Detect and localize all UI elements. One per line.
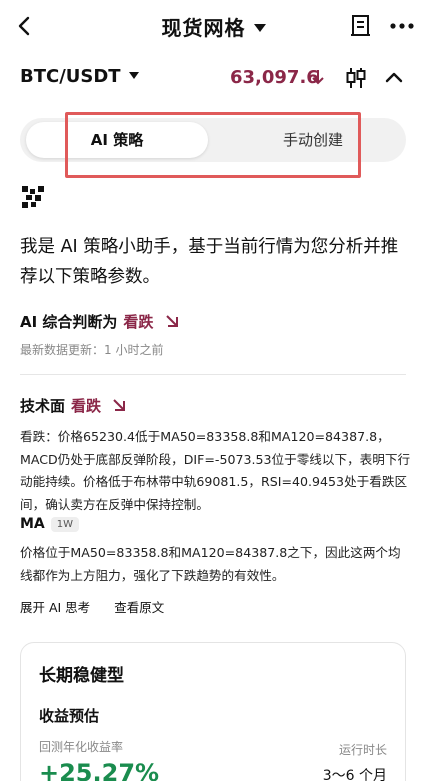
page-title[interactable]: 现货网格 xyxy=(162,16,246,40)
ai-avatar-icon xyxy=(22,186,44,208)
timeframe-badge: 1W xyxy=(50,517,80,532)
ai-judgement: AI 综合判断为 看跌 xyxy=(20,311,179,332)
pair-selector[interactable]: BTC/USDT xyxy=(20,66,139,87)
expand-ai-thinking-link[interactable]: 展开 AI 思考 xyxy=(20,600,90,615)
down-arrow-icon xyxy=(312,70,324,85)
ma-analysis-text: 价格位于MA50=83358.8和MA120=84387.8之下，因此这两个均线… xyxy=(20,545,401,583)
chevron-up-icon[interactable] xyxy=(384,68,404,88)
return-value: +25.27% xyxy=(39,759,160,781)
action-links: 展开 AI 思考 查看原文 xyxy=(20,597,188,616)
ma-heading: MA 1W xyxy=(20,516,80,532)
caret-down-icon[interactable] xyxy=(253,24,266,32)
card-title: 长期稳健型 xyxy=(39,666,124,686)
price-value: 63,097.6 xyxy=(230,67,319,88)
judgement-label: AI 综合判断为 xyxy=(20,313,118,331)
more-icon[interactable] xyxy=(388,16,416,36)
technical-analysis-text: 看跌：价格65230.4低于MA50=83358.8和MA120=84387.8… xyxy=(20,429,411,512)
down-right-arrow-icon xyxy=(113,399,126,411)
technical-heading: 技术面 看跌 xyxy=(20,395,126,416)
card-subtitle: 收益预估 xyxy=(39,707,100,725)
down-right-arrow-icon xyxy=(165,315,178,327)
strategy-card[interactable]: 长期稳健型 收益预估 回测年化收益率 运行时长 +25.27% 3～6 个月 xyxy=(20,642,406,781)
view-source-link[interactable]: 查看原文 xyxy=(114,600,164,615)
document-icon[interactable] xyxy=(350,14,372,38)
duration-value: 3～6 个月 xyxy=(322,768,387,781)
technical-label: 技术面 xyxy=(20,397,66,415)
top-bar: 现货网格 xyxy=(0,0,427,52)
judgement-verdict: 看跌 xyxy=(123,313,154,331)
duration-label: 运行时长 xyxy=(338,743,387,757)
divider xyxy=(20,374,406,375)
assistant-intro: 我是 AI 策略小助手，基于当前行情为您分析并推荐以下策略参数。 xyxy=(20,237,399,287)
technical-verdict: 看跌 xyxy=(71,397,102,415)
highlight-box xyxy=(65,112,361,178)
caret-down-icon[interactable] xyxy=(128,72,139,79)
return-label: 回测年化收益率 xyxy=(39,740,124,754)
pair-symbol[interactable]: BTC/USDT xyxy=(20,66,121,87)
pair-row: BTC/USDT 63,097.6 xyxy=(0,62,427,94)
candlestick-icon[interactable] xyxy=(344,66,368,90)
ma-label: MA xyxy=(20,516,45,532)
update-time: 最新数据更新：1 小时之前 xyxy=(20,343,164,357)
